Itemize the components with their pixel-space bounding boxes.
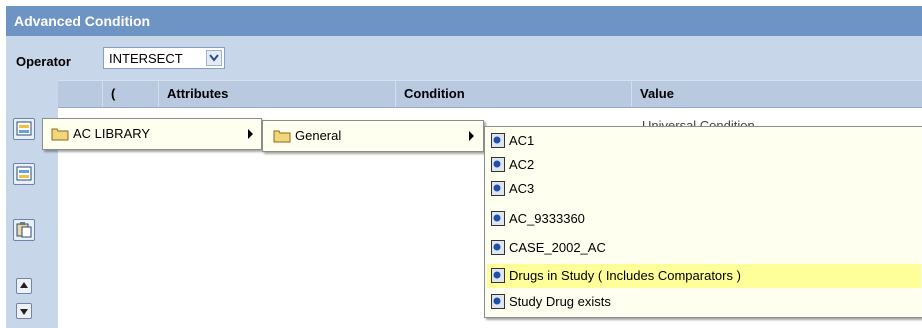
menu-item-label: AC2 <box>509 157 535 172</box>
menu-item-label: AC3 <box>509 181 535 196</box>
menu-item-label: AC1 <box>509 133 535 148</box>
menu-item-study-drug-exists[interactable]: Study Drug exists <box>487 290 921 314</box>
arrow-down-icon <box>20 309 28 315</box>
condition-icon <box>491 211 505 226</box>
condition-icon <box>491 157 505 172</box>
menu-level2: General <box>262 120 484 152</box>
menu-level3: AC1 AC2 AC3 AC_9333360 CASE_2002_AC Drug… <box>484 126 922 318</box>
column-header-attributes: Attributes <box>158 81 395 107</box>
add-row-button[interactable] <box>13 118 35 140</box>
condition-icon <box>491 240 505 255</box>
operator-value: INTERSECT <box>109 51 183 66</box>
insert-row-button[interactable] <box>13 163 35 185</box>
move-up-button[interactable] <box>16 278 32 294</box>
submenu-arrow-icon <box>248 129 253 139</box>
condition-icon <box>491 133 505 148</box>
menu-item-label: AC LIBRARY <box>73 126 151 141</box>
folder-icon <box>273 130 291 143</box>
menu-item-ac-9333360[interactable]: AC_9333360 <box>487 207 921 231</box>
menu-item-ac-library[interactable]: AC LIBRARY <box>45 122 259 146</box>
menu-item-ac2[interactable]: AC2 <box>487 153 921 177</box>
column-header-paren: ( <box>102 81 158 107</box>
condition-icon <box>491 181 505 196</box>
menu-item-general[interactable]: General <box>265 124 481 148</box>
menu-item-label: AC_9333360 <box>509 211 585 226</box>
paste-button[interactable] <box>13 219 35 241</box>
menu-level1: AC LIBRARY <box>42 118 262 150</box>
menu-item-label: Drugs in Study ( Includes Comparators ) <box>509 268 741 283</box>
panel-title: Advanced Condition <box>6 6 922 36</box>
menu-item-label: CASE_2002_AC <box>509 240 606 255</box>
operator-select[interactable]: INTERSECT <box>103 47 225 69</box>
column-header-condition: Condition <box>395 81 631 107</box>
grid-header: ( Attributes Condition Value <box>58 80 922 108</box>
column-header-value: Value <box>631 81 922 107</box>
insert-row-icon <box>16 166 32 181</box>
column-header-spacer <box>58 81 102 107</box>
chevron-down-icon[interactable] <box>206 50 222 66</box>
submenu-arrow-icon <box>469 131 474 141</box>
condition-icon <box>491 268 505 283</box>
folder-icon <box>51 128 69 141</box>
paste-icon <box>16 222 32 238</box>
menu-item-label: Study Drug exists <box>509 294 611 309</box>
menu-item-label: General <box>295 128 342 143</box>
menu-item-ac1[interactable]: AC1 <box>487 129 921 153</box>
menu-item-drugs-in-study[interactable]: Drugs in Study ( Includes Comparators ) <box>487 264 921 288</box>
move-down-button[interactable] <box>16 303 32 319</box>
add-row-icon <box>16 121 32 136</box>
arrow-up-icon <box>20 282 28 288</box>
menu-item-ac3[interactable]: AC3 <box>487 177 921 201</box>
menu-item-case-2002-ac[interactable]: CASE_2002_AC <box>487 236 921 260</box>
operator-label: Operator <box>16 54 71 69</box>
condition-icon <box>491 294 505 309</box>
